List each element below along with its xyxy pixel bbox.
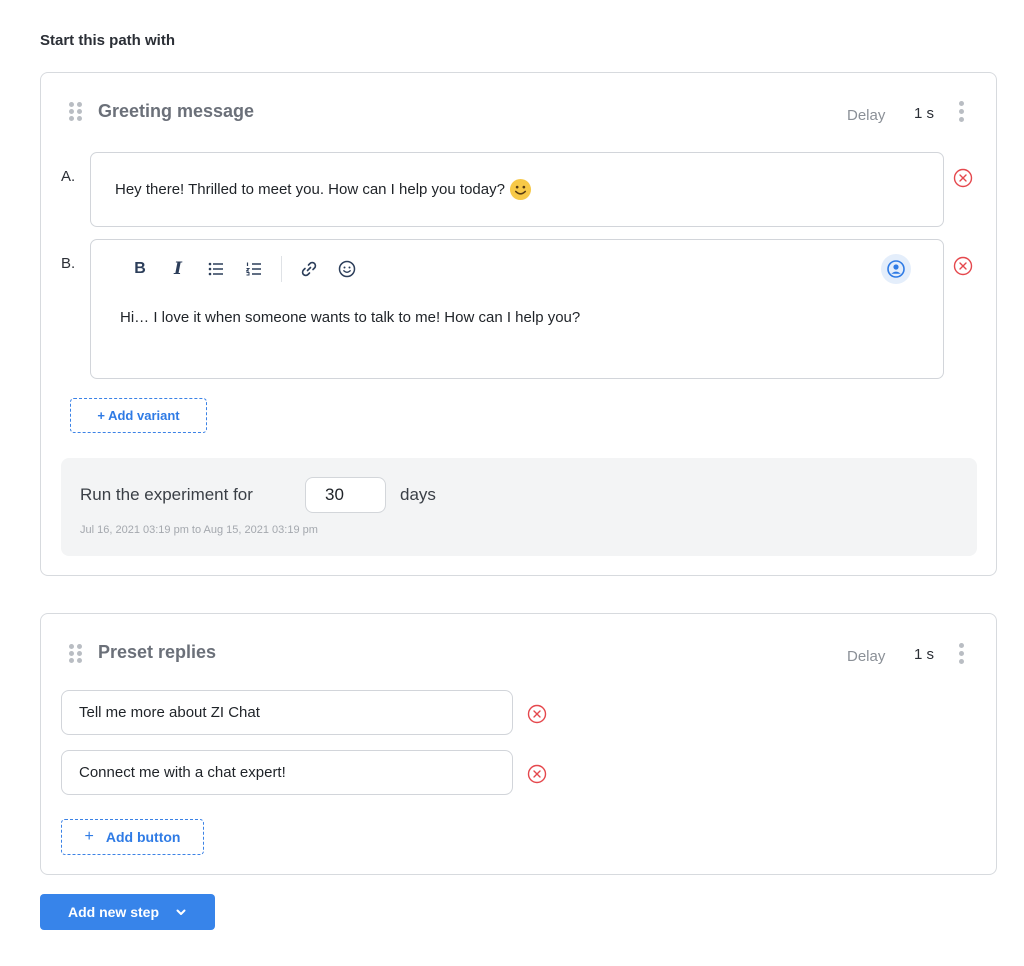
variant-b-text: Hi… I love it when someone wants to talk… (120, 309, 581, 326)
rich-text-toolbar: B I (121, 254, 366, 284)
remove-variant-a-icon[interactable] (953, 168, 973, 188)
delay-value[interactable]: 1 s (914, 105, 934, 122)
greeting-message-card: Greeting message Delay 1 s A. Hey there!… (40, 72, 997, 576)
link-icon[interactable] (290, 254, 328, 284)
drag-handle-icon[interactable] (69, 644, 83, 664)
preset-replies-card: Preset replies Delay 1 s Tell me more ab… (40, 613, 997, 875)
add-variant-button[interactable]: + Add variant (70, 398, 207, 433)
drag-handle-icon[interactable] (69, 102, 83, 122)
variant-letter: B. (61, 255, 76, 272)
preset-reply-input[interactable]: Tell me more about ZI Chat (61, 690, 513, 735)
chevron-down-icon (176, 909, 186, 915)
delay-value[interactable]: 1 s (914, 646, 934, 663)
persona-avatar-icon[interactable] (881, 254, 911, 284)
remove-variant-b-icon[interactable] (953, 256, 973, 276)
add-button-label: Add button (105, 829, 181, 845)
numbered-list-icon[interactable] (235, 254, 273, 284)
toolbar-divider (281, 256, 282, 282)
experiment-label: Run the experiment for (80, 485, 253, 504)
variant-a-message[interactable]: Hey there! Thrilled to meet you. How can… (90, 152, 944, 227)
delay-label: Delay (847, 107, 886, 124)
remove-reply-icon[interactable] (527, 764, 547, 784)
experiment-date-range: Jul 16, 2021 03:19 pm to Aug 15, 2021 03… (80, 524, 318, 536)
bulleted-list-icon[interactable] (197, 254, 235, 284)
variant-a-text: Hey there! Thrilled to meet you. How can… (115, 178, 532, 201)
remove-reply-icon[interactable] (527, 704, 547, 724)
bold-icon[interactable]: B (121, 254, 159, 284)
card-title: Preset replies (98, 642, 217, 662)
add-new-step-button[interactable]: Add new step (40, 894, 215, 930)
experiment-panel: Run the experiment for days Jul 16, 2021… (61, 458, 977, 556)
more-options-icon[interactable] (959, 643, 965, 667)
card-title: Greeting message (98, 101, 255, 121)
plus-icon: + (84, 828, 94, 845)
preset-reply-input[interactable]: Connect me with a chat expert! (61, 750, 513, 795)
emoji-icon[interactable] (328, 254, 366, 284)
section-title: Start this path with (40, 32, 175, 49)
smiling-face-emoji-icon (509, 178, 531, 201)
delay-label: Delay (847, 648, 886, 665)
experiment-unit: days (400, 485, 436, 504)
more-options-icon[interactable] (959, 101, 965, 125)
variant-b-editor[interactable]: B I Hi… I love it when someone wants to … (90, 239, 944, 379)
italic-icon[interactable]: I (159, 254, 197, 284)
add-step-label: Add new step (67, 904, 159, 920)
message-text: Hey there! Thrilled to meet you. How can… (115, 181, 505, 198)
variant-letter: A. (61, 168, 76, 185)
add-button-button[interactable]: + Add button (61, 819, 204, 855)
experiment-days-input[interactable] (305, 477, 386, 513)
